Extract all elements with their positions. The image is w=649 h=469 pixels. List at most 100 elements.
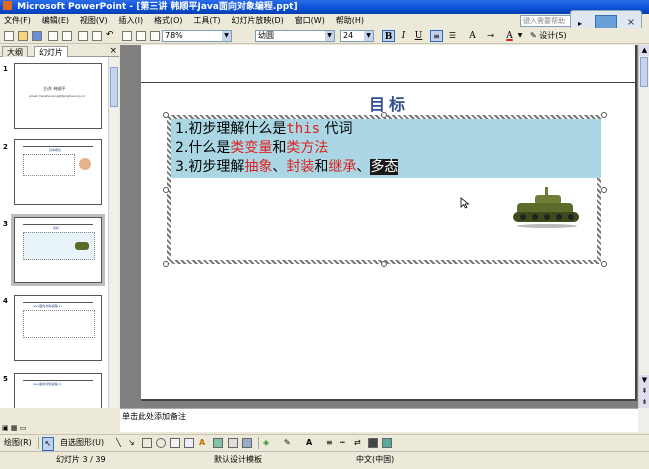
spelling-icon[interactable] <box>78 31 88 41</box>
resize-handle[interactable] <box>163 187 169 193</box>
resize-handle[interactable] <box>601 187 607 193</box>
fill-color-icon[interactable]: ◈ <box>263 437 269 449</box>
slide-thumbnail-3[interactable]: 目标 <box>11 214 105 286</box>
numbering-icon[interactable]: ☰ <box>446 30 459 42</box>
arrow-icon[interactable]: ↘ <box>128 437 135 449</box>
rectangle-icon[interactable] <box>142 438 152 448</box>
picture-icon[interactable] <box>242 438 252 448</box>
next-slide-icon[interactable]: ⇟ <box>639 397 649 408</box>
scroll-down-icon[interactable]: ▼ <box>639 375 649 386</box>
increase-font-icon[interactable]: A <box>466 30 479 42</box>
close-icon[interactable]: × <box>109 45 117 57</box>
menu-window[interactable]: 窗口(W) <box>291 14 329 28</box>
font-size-select[interactable]: 24 ▼ <box>340 30 374 42</box>
line-icon[interactable]: ╲ <box>116 437 121 449</box>
resize-handle[interactable] <box>381 261 387 267</box>
slideshow-view-icon[interactable]: ▭ <box>20 424 27 432</box>
diagram-icon[interactable] <box>213 438 223 448</box>
slide-thumbnail-1[interactable]: 主讲: 韩顺平 email: hanshunping@tsinghua.org.… <box>14 63 102 129</box>
bullet-3[interactable]: 3.初步理解抽象、封装和继承、多态 <box>175 158 399 177</box>
bullet-number: 2. <box>175 140 189 156</box>
chevron-down-icon[interactable]: ▼ <box>516 30 524 42</box>
bullet-1[interactable]: 1.初步理解什么是this 代词 <box>175 120 353 139</box>
slide-thumbnail-4[interactable]: java面向对象编程(1) <box>14 295 102 361</box>
resize-handle[interactable] <box>381 112 387 118</box>
menu-edit[interactable]: 编辑(E) <box>38 14 73 28</box>
slide-scrollbar[interactable]: ▲ ▼ ⇞ ⇟ <box>638 45 649 408</box>
indent-icon[interactable]: ⇥ <box>484 30 497 42</box>
help-icon[interactable] <box>236 31 246 41</box>
table-icon[interactable] <box>136 31 146 41</box>
bullet-textbox[interactable]: 1.初步理解什么是this 代词 2.什么是类变量和类方法 3.初步理解抽象、封… <box>167 115 601 264</box>
font-select[interactable]: 幼圆 ▼ <box>255 30 335 42</box>
normal-view-icon[interactable]: ▣ <box>2 424 9 432</box>
title-bar: Microsoft PowerPoint - [第三讲 韩顺平Java面向对象编… <box>0 0 649 14</box>
3d-icon[interactable] <box>382 438 392 448</box>
tab-slides[interactable]: 幻灯片 <box>34 46 68 57</box>
slide-title[interactable]: 目标 <box>141 91 637 115</box>
italic-button[interactable]: I <box>397 30 410 42</box>
scroll-thumb[interactable] <box>640 57 648 87</box>
menu-help[interactable]: 帮助(H) <box>332 14 368 28</box>
zoom-select[interactable]: 78% ▼ <box>162 30 232 42</box>
shadow-icon[interactable] <box>368 438 378 448</box>
print-icon[interactable] <box>48 31 58 41</box>
underline-button[interactable]: U <box>412 30 425 42</box>
bold-button[interactable]: B <box>382 30 395 42</box>
menu-insert[interactable]: 插入(I) <box>114 14 147 28</box>
toolbar: ↶ 78% ▼ 幼圆 ▼ 24 ▼ B I U ≡ ☰ A ⇥ A ▼ ✎ 设计(S) <box>0 28 649 44</box>
dash-style-icon[interactable]: ┅ <box>340 437 345 449</box>
menu-slideshow[interactable]: 幻灯片放映(D) <box>227 14 287 28</box>
thumb-text: email: hanshunping@tsinghua.org.cn <box>29 94 86 98</box>
thumb-text: java面向对象编程(1) <box>33 382 62 386</box>
slide-thumbnail-2[interactable]: 基本概念 <box>14 139 102 205</box>
new-icon[interactable] <box>4 31 14 41</box>
menu-view[interactable]: 视图(V) <box>76 14 112 28</box>
draw-menu[interactable]: 绘图(R) <box>4 437 32 449</box>
line-color-icon[interactable]: ✎ <box>284 437 291 449</box>
textbox-icon[interactable] <box>170 438 180 448</box>
design-button[interactable]: ✎ 设计(S) <box>530 30 567 42</box>
thumbnail-scrollbar[interactable] <box>108 57 119 408</box>
chart-icon[interactable] <box>122 31 132 41</box>
font-color-icon[interactable]: A <box>503 30 516 42</box>
tab-outline[interactable]: 大纲 <box>2 46 28 57</box>
autoshapes-menu[interactable]: 自选图形(U) <box>60 437 104 449</box>
line-style-icon[interactable]: ≡ <box>326 437 333 449</box>
open-icon[interactable] <box>18 31 28 41</box>
previous-slide-icon[interactable]: ⇞ <box>639 386 649 397</box>
bullet-2[interactable]: 2.什么是类变量和类方法 <box>175 139 328 158</box>
vertical-textbox-icon[interactable] <box>184 438 194 448</box>
font-color-icon[interactable]: A <box>306 437 312 449</box>
undo-icon[interactable]: ↶ <box>106 31 116 41</box>
resize-handle[interactable] <box>163 112 169 118</box>
oval-icon[interactable] <box>156 438 166 448</box>
resize-handle[interactable] <box>601 261 607 267</box>
slide-canvas[interactable]: 目标 1.初步理解什么是this 代词 2.什么是类变量和类方法 3.初步理解抽… <box>141 45 637 401</box>
save-icon[interactable] <box>32 31 42 41</box>
scroll-up-icon[interactable]: ▲ <box>639 45 649 56</box>
menu-tools[interactable]: 工具(T) <box>189 14 224 28</box>
tank-image[interactable] <box>511 185 583 229</box>
slide-thumbnail-5[interactable]: java面向对象编程(1) <box>14 373 102 408</box>
menu-format[interactable]: 格式(O) <box>150 14 187 28</box>
notes-scrollbar[interactable] <box>638 408 649 432</box>
notes-pane[interactable]: 单击此处添加备注 <box>120 408 638 432</box>
preview-icon[interactable] <box>62 31 72 41</box>
cut-icon[interactable] <box>92 31 102 41</box>
grid-icon[interactable] <box>150 31 160 41</box>
clipart-icon[interactable] <box>228 438 238 448</box>
wordart-icon[interactable]: A <box>199 437 205 449</box>
sorter-view-icon[interactable]: ▦ <box>11 424 18 432</box>
select-pointer-icon[interactable]: ↖ <box>42 437 54 451</box>
bullet-text: 类方法 <box>286 140 329 156</box>
align-left-icon[interactable]: ≡ <box>430 30 443 42</box>
arrow-style-icon[interactable]: ⇄ <box>354 437 361 449</box>
resize-handle[interactable] <box>163 261 169 267</box>
resize-handle[interactable] <box>601 112 607 118</box>
menu-file[interactable]: 文件(F) <box>0 14 35 28</box>
thumb-text: java面向对象编程(1) <box>33 304 62 308</box>
slide-counter: 幻灯片 3 / 39 <box>56 455 106 464</box>
scroll-thumb[interactable] <box>110 67 118 107</box>
thumb-text: 主讲: 韩顺平 <box>43 86 66 91</box>
